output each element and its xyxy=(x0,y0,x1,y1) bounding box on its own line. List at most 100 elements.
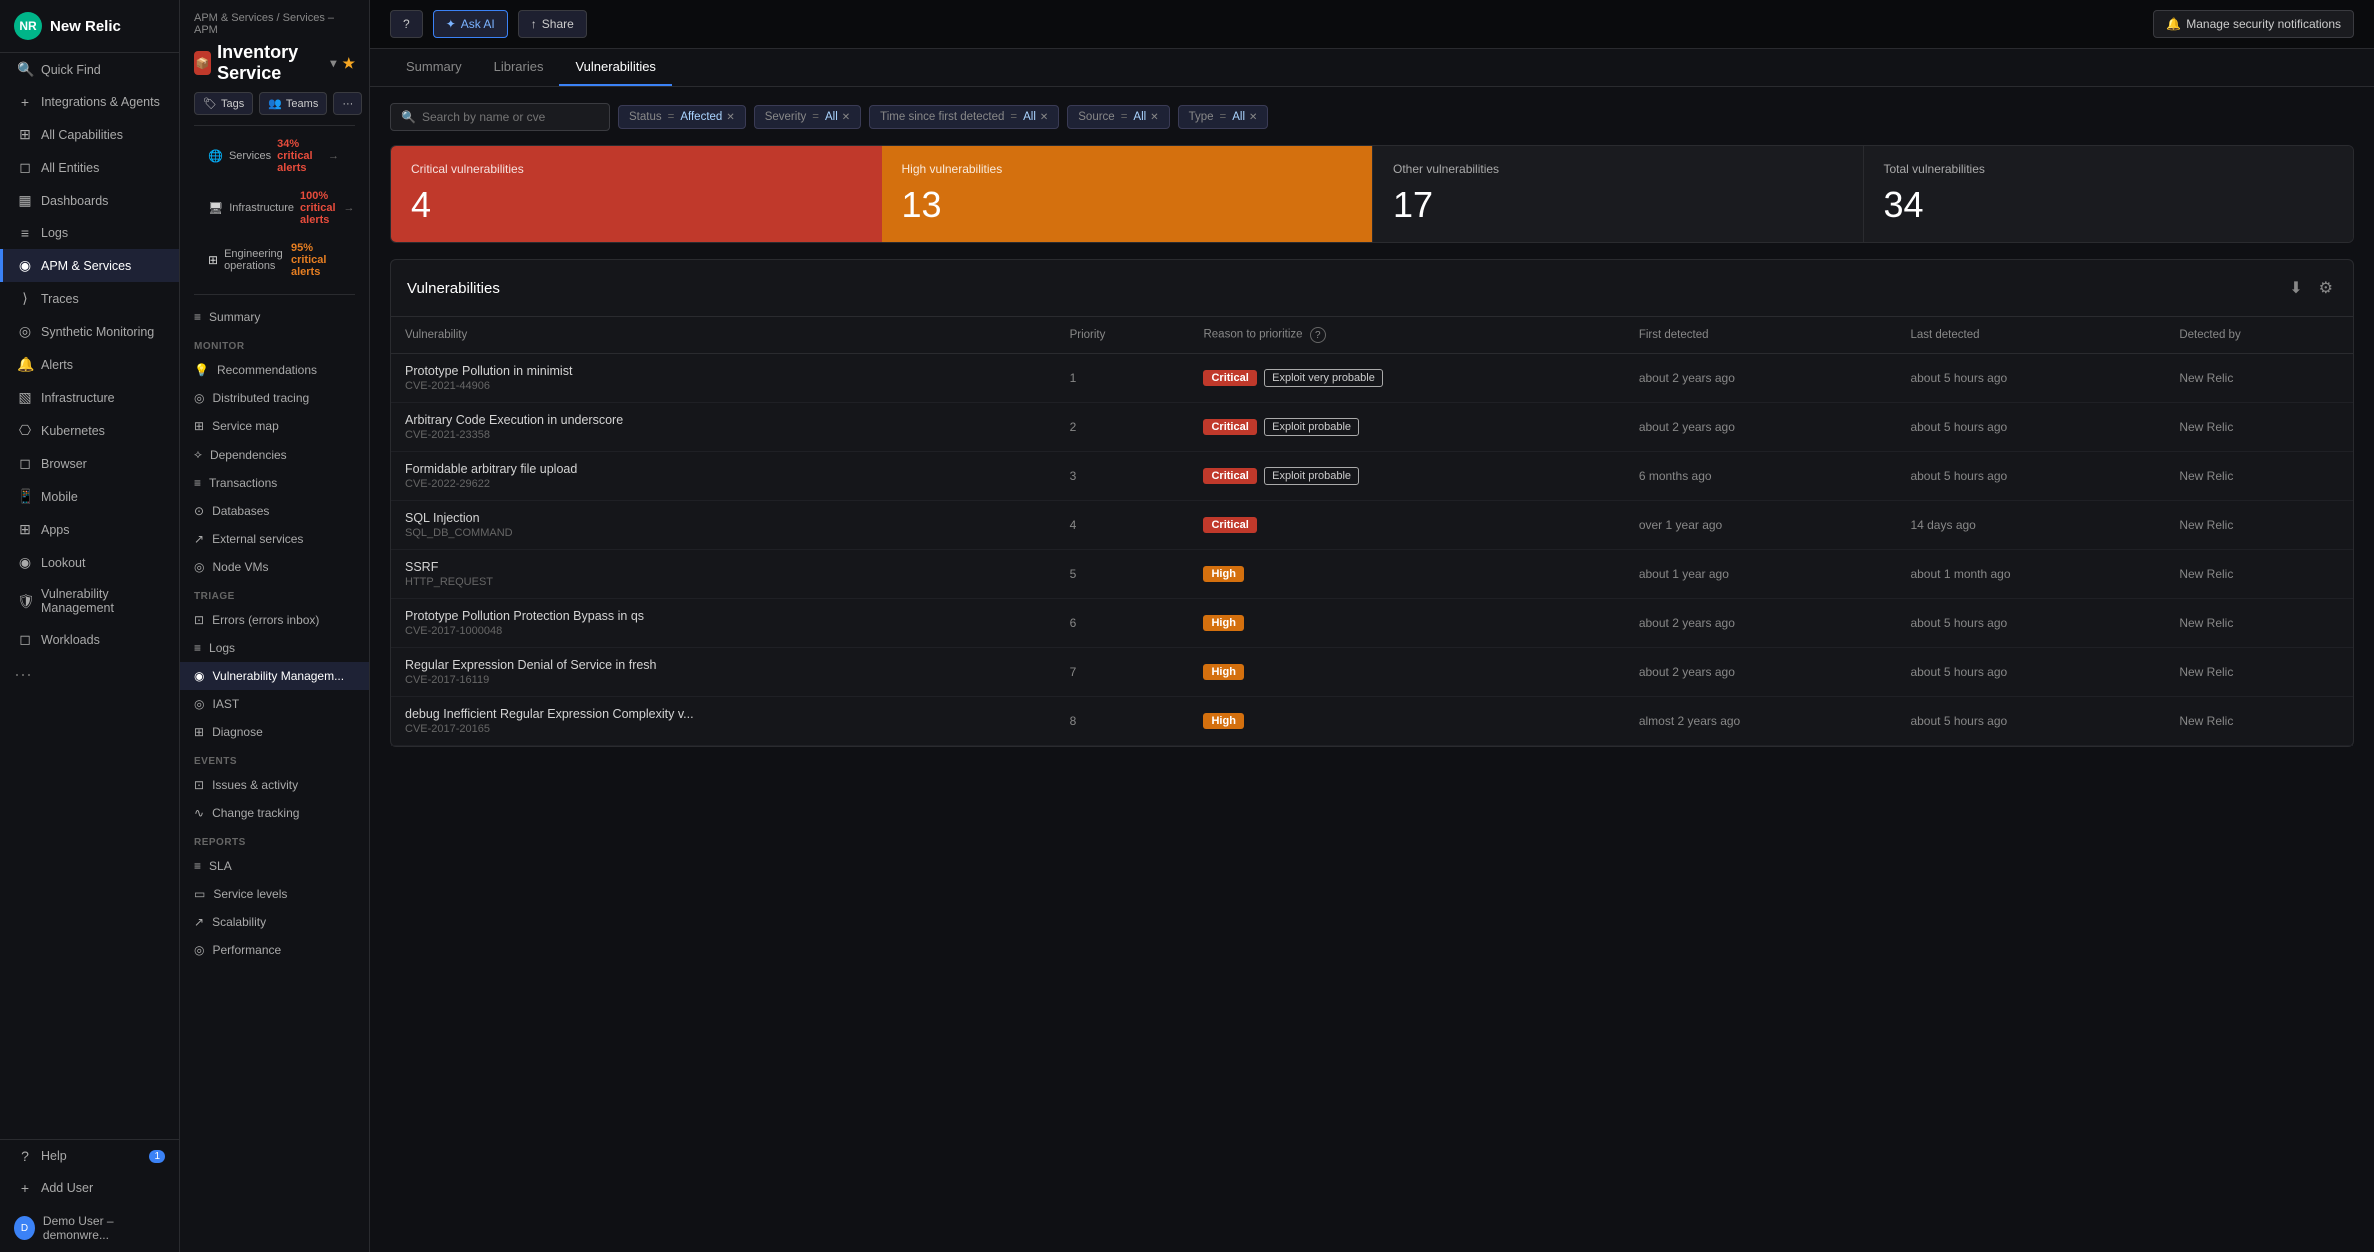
sec-nav-iast[interactable]: ◎ IAST xyxy=(180,690,369,718)
sec-nav-service-levels[interactable]: ▭ Service levels xyxy=(180,880,369,908)
sec-nav-node-vms[interactable]: ◎ Node VMs xyxy=(180,553,369,581)
reason-help-icon[interactable]: ? xyxy=(1310,327,1326,343)
filter-status[interactable]: Status = Affected ✕ xyxy=(618,105,746,129)
more-nav-items[interactable]: ··· xyxy=(0,656,179,693)
vuln-last-detected: about 1 month ago xyxy=(1896,550,2165,599)
tab-libraries[interactable]: Libraries xyxy=(478,49,560,86)
table-row[interactable]: SSRF HTTP_REQUEST 5 High about 1 year ag… xyxy=(391,550,2353,599)
sec-nav-vuln-mgmt[interactable]: ◉ Vulnerability Managem... xyxy=(180,662,369,690)
entity-icon: ◻ xyxy=(17,159,33,176)
table-row[interactable]: Formidable arbitrary file upload CVE-202… xyxy=(391,452,2353,501)
health-engineering-ops: ⊞ Engineering operations 95% critical al… xyxy=(194,234,355,286)
tab-summary[interactable]: Summary xyxy=(390,49,478,86)
sec-nav-external-services[interactable]: ↗ External services xyxy=(180,525,369,553)
sidebar-item-dashboards[interactable]: ▦ Dashboards xyxy=(0,184,179,217)
sidebar-item-help[interactable]: ? Help 1 xyxy=(0,1140,179,1172)
sidebar-item-infrastructure[interactable]: ▧ Infrastructure xyxy=(0,381,179,414)
more-actions-button[interactable]: ··· xyxy=(333,92,362,115)
sidebar-item-all-capabilities[interactable]: ⊞ All Capabilities xyxy=(0,118,179,151)
table-row[interactable]: Arbitrary Code Execution in underscore C… xyxy=(391,403,2353,452)
manage-notifications-button[interactable]: 🔔 Manage security notifications xyxy=(2153,10,2354,38)
diagnose-icon: ⊞ xyxy=(194,725,204,739)
sidebar-item-quick-find[interactable]: 🔍 Quick Find xyxy=(0,53,179,86)
sidebar-item-synthetic[interactable]: ◎ Synthetic Monitoring xyxy=(0,315,179,348)
ask-ai-button[interactable]: ✦ Ask AI xyxy=(433,10,508,38)
sidebar-item-apps[interactable]: ⊞ Apps xyxy=(0,513,179,546)
close-icon: ✕ xyxy=(842,112,850,123)
vuln-detected-by: New Relic xyxy=(2165,697,2353,746)
user-profile[interactable]: D Demo User – demonwre... xyxy=(0,1204,179,1252)
sec-nav-change-tracking[interactable]: ∿ Change tracking xyxy=(180,799,369,827)
settings-button[interactable]: ⚙ xyxy=(2315,274,2337,302)
sidebar-item-alerts[interactable]: 🔔 Alerts xyxy=(0,348,179,381)
sidebar-item-workloads[interactable]: ◻ Workloads xyxy=(0,623,179,656)
sidebar-item-traces[interactable]: ⟩ Traces xyxy=(0,282,179,315)
sidebar-item-label: APM & Services xyxy=(41,259,131,273)
tags-button[interactable]: 🏷 Tags xyxy=(194,92,253,115)
search-input[interactable] xyxy=(422,110,582,124)
filter-type[interactable]: Type = All ✕ xyxy=(1178,105,1269,129)
vulnerabilities-table: Vulnerability Priority Reason to priorit… xyxy=(391,317,2353,746)
chevron-down-icon[interactable]: ▾ xyxy=(330,56,336,70)
sidebar-item-add-user[interactable]: + Add User xyxy=(0,1172,179,1204)
sec-nav-performance[interactable]: ◎ Performance xyxy=(180,936,369,964)
sec-nav-issues-activity[interactable]: ⊡ Issues & activity xyxy=(180,771,369,799)
share-button[interactable]: ↑ Share xyxy=(518,10,587,38)
sidebar-item-vuln-mgmt[interactable]: 🛡 Vulnerability Management xyxy=(0,579,179,623)
filter-source[interactable]: Source = All ✕ xyxy=(1067,105,1169,129)
sidebar-item-logs[interactable]: ≡ Logs xyxy=(0,217,179,249)
table-row[interactable]: debug Inefficient Regular Expression Com… xyxy=(391,697,2353,746)
vuln-name: SSRF xyxy=(405,560,1042,574)
table-row[interactable]: Regular Expression Denial of Service in … xyxy=(391,648,2353,697)
sec-nav-distributed-tracing[interactable]: ◎ Distributed tracing xyxy=(180,384,369,412)
performance-icon: ◎ xyxy=(194,943,204,957)
sec-nav-transactions[interactable]: ≡ Transactions xyxy=(180,469,369,497)
sidebar-item-mobile[interactable]: 📱 Mobile xyxy=(0,480,179,513)
critical-vuln-card[interactable]: Critical vulnerabilities 4 xyxy=(391,146,882,242)
close-icon: ✕ xyxy=(1150,112,1158,123)
sec-nav-dependencies[interactable]: ⟡ Dependencies xyxy=(180,440,369,469)
search-icon: 🔍 xyxy=(401,110,416,124)
vuln-last-detected: about 5 hours ago xyxy=(1896,354,2165,403)
main-content: ? ✦ Ask AI ↑ Share 🔔 Manage security not… xyxy=(370,0,2374,1252)
total-vuln-card[interactable]: Total vulnerabilities 34 xyxy=(1863,146,2354,242)
vuln-name-cell: Arbitrary Code Execution in underscore C… xyxy=(391,403,1056,452)
sec-nav-diagnose[interactable]: ⊞ Diagnose xyxy=(180,718,369,746)
filter-time[interactable]: Time since first detected = All ✕ xyxy=(869,105,1059,129)
sidebar-item-lookout[interactable]: ◉ Lookout xyxy=(0,546,179,579)
sidebar-item-integrations[interactable]: + Integrations & Agents xyxy=(0,86,179,118)
sec-nav-logs-triage[interactable]: ≡ Logs xyxy=(180,634,369,662)
sidebar-item-apm-services[interactable]: ◉ APM & Services xyxy=(0,249,179,282)
sec-nav-errors-inbox[interactable]: ⊡ Errors (errors inbox) xyxy=(180,606,369,634)
bell-icon: 🔔 xyxy=(2166,17,2181,31)
exploit-badge: Exploit very probable xyxy=(1264,369,1383,387)
download-button[interactable]: ⬇ xyxy=(2285,274,2306,302)
high-vuln-card[interactable]: High vulnerabilities 13 xyxy=(882,146,1373,242)
sidebar-item-kubernetes[interactable]: ⎔ Kubernetes xyxy=(0,414,179,447)
filter-severity[interactable]: Severity = All ✕ xyxy=(754,105,861,129)
help-icon: ? xyxy=(17,1148,33,1164)
table-row[interactable]: SQL Injection SQL_DB_COMMAND 4 Critical … xyxy=(391,501,2353,550)
sec-nav-service-map[interactable]: ⊞ Service map xyxy=(180,412,369,440)
search-box[interactable]: 🔍 xyxy=(390,103,610,131)
table-row[interactable]: Prototype Pollution in minimist CVE-2021… xyxy=(391,354,2353,403)
left-navigation: NR New Relic 🔍 Quick Find + Integrations… xyxy=(0,0,180,1252)
vuln-first-detected: 6 months ago xyxy=(1625,452,1897,501)
vuln-reason: Critical xyxy=(1189,501,1624,550)
vuln-detected-by: New Relic xyxy=(2165,648,2353,697)
sidebar-item-browser[interactable]: ◻ Browser xyxy=(0,447,179,480)
other-vuln-card[interactable]: Other vulnerabilities 17 xyxy=(1372,146,1863,242)
tab-vulnerabilities[interactable]: Vulnerabilities xyxy=(559,49,671,86)
table-row[interactable]: Prototype Pollution Protection Bypass in… xyxy=(391,599,2353,648)
col-vulnerability: Vulnerability xyxy=(391,317,1056,354)
star-icon[interactable]: ★ xyxy=(342,55,355,72)
sec-nav-recommendations[interactable]: 💡 Recommendations xyxy=(180,356,369,384)
sec-nav-databases[interactable]: ⊙ Databases xyxy=(180,497,369,525)
help-button[interactable]: ? xyxy=(390,10,423,38)
sec-nav-sla[interactable]: ≡ SLA xyxy=(180,852,369,880)
col-priority: Priority xyxy=(1056,317,1190,354)
sec-nav-scalability[interactable]: ↗ Scalability xyxy=(180,908,369,936)
sidebar-item-all-entities[interactable]: ◻ All Entities xyxy=(0,151,179,184)
sec-nav-summary[interactable]: ≡ Summary xyxy=(180,303,369,331)
teams-button[interactable]: 👥 Teams xyxy=(259,92,327,115)
